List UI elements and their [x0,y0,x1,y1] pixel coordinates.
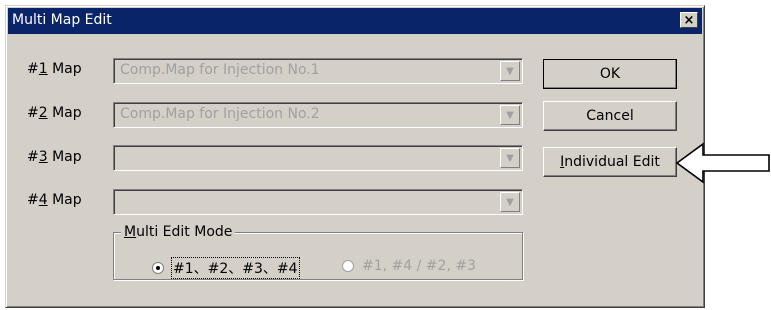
map-1-select[interactable]: Comp.Map for Injection No.1 ▼ [113,58,523,84]
title-bar[interactable]: Multi Map Edit × [8,8,702,34]
map-1-label: #1 Map [27,61,82,77]
radio-unselected-icon[interactable] [342,260,354,272]
chevron-down-icon[interactable]: ▼ [500,105,520,125]
map-3-label: #3 Map [27,149,82,165]
map-4-label: #4 Map [27,192,82,208]
map-4-select[interactable]: ▼ [113,189,523,215]
chevron-down-icon[interactable]: ▼ [500,192,520,212]
left-pointing-outline-arrow-icon [675,142,770,184]
multi-edit-mode-title: Multi Edit Mode [121,224,236,240]
mode-radio-pairs-label: #1, #4 / #2, #3 [362,258,476,274]
chevron-down-icon[interactable]: ▼ [500,61,520,81]
close-button[interactable]: × [680,12,698,28]
close-icon: × [683,12,695,28]
individual-edit-button[interactable]: Individual Edit [543,147,677,177]
chevron-down-icon[interactable]: ▼ [500,148,520,168]
map-1-value: Comp.Map for Injection No.1 [120,62,320,78]
ok-button[interactable]: OK [543,59,677,89]
map-2-select[interactable]: Comp.Map for Injection No.2 ▼ [113,102,523,128]
dialog-title: Multi Map Edit [12,12,112,28]
map-3-select[interactable]: ▼ [113,145,523,171]
radio-selected-icon[interactable] [152,262,164,274]
mode-radio-pairs[interactable]: #1, #4 / #2, #3 [342,258,476,274]
cancel-button[interactable]: Cancel [543,101,677,131]
mode-radio-all-label: #1、#2、#3、#4 [171,257,300,279]
map-2-value: Comp.Map for Injection No.2 [120,106,320,122]
mode-radio-all[interactable]: #1、#2、#3、#4 [152,257,300,279]
map-2-label: #2 Map [27,105,82,121]
